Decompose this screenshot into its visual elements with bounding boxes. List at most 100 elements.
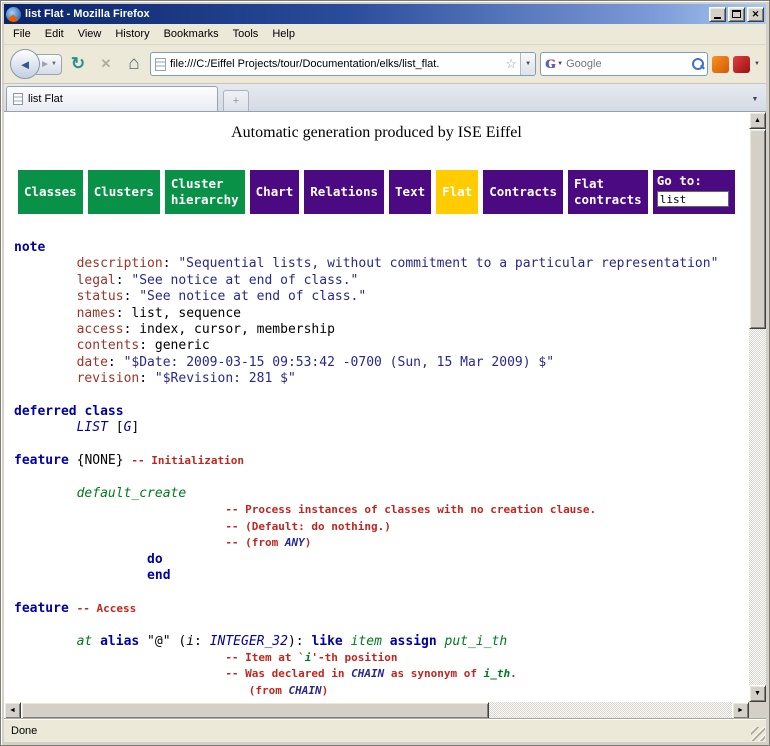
vertical-scrollbar[interactable]: ▲ ▼: [749, 112, 766, 702]
scroll-down-button[interactable]: ▼: [749, 685, 766, 702]
page-banner: Automatic generation produced by ISE Eif…: [4, 124, 749, 142]
arrow-left-icon: ◄: [9, 707, 16, 714]
horizontal-scroll-thumb[interactable]: [21, 702, 489, 719]
code-segment: [92, 634, 100, 649]
tab-list-flat[interactable]: list Flat: [6, 86, 218, 111]
search-box[interactable]: G ▼: [540, 52, 708, 76]
close-icon: ✕: [752, 10, 760, 19]
search-icon[interactable]: [691, 57, 705, 71]
vertical-scroll-thumb[interactable]: [749, 129, 766, 329]
code-line: at alias "@" (i: INTEGER_32): like item …: [14, 634, 749, 650]
scroll-left-button[interactable]: ◄: [4, 702, 21, 719]
code-segment: [343, 634, 351, 649]
menu-file[interactable]: File: [6, 26, 38, 42]
nav-button-contracts[interactable]: Contracts: [483, 170, 563, 214]
menu-help[interactable]: Help: [265, 26, 302, 42]
code-segment: i: [186, 634, 194, 649]
code-segment: :: [124, 289, 140, 304]
code-segment: -- Was declared in: [225, 667, 351, 680]
code-segment: : list, sequence: [116, 306, 241, 321]
code-line: revision: "$Revision: 281 $": [14, 371, 749, 387]
code-segment: default_create: [77, 486, 187, 501]
code-segment: "@" (: [139, 634, 186, 649]
list-all-tabs-button[interactable]: ▼: [746, 89, 764, 109]
code-line: [14, 584, 749, 600]
maximize-button[interactable]: [728, 7, 745, 22]
code-segment: :: [194, 634, 210, 649]
code-line: description: "Sequential lists, without …: [14, 256, 749, 272]
bookmark-star-icon[interactable]: ☆: [502, 56, 520, 72]
scroll-up-button[interactable]: ▲: [749, 112, 766, 129]
chevron-down-icon: ▼: [752, 96, 759, 103]
addon-icon-1[interactable]: [712, 56, 729, 73]
code-segment: feature: [14, 453, 69, 468]
nav-button-chart[interactable]: Chart: [250, 170, 300, 214]
url-text[interactable]: file:///C:/Eiffel Projects/tour/Document…: [170, 58, 502, 70]
code-segment: CHAIN: [351, 667, 384, 680]
code-line: do: [14, 552, 749, 568]
resize-grip[interactable]: [751, 727, 765, 741]
nav-button-classes[interactable]: Classes: [18, 170, 83, 214]
code-segment: ): [305, 536, 312, 549]
code-segment: ):: [288, 634, 311, 649]
nav-button-flat-current[interactable]: Flat: [436, 170, 478, 214]
code-segment: LIST: [77, 420, 108, 435]
minimize-icon: [714, 17, 721, 19]
close-button[interactable]: ✕: [747, 7, 764, 22]
new-tab-button[interactable]: +: [223, 90, 249, 111]
nav-button-relations[interactable]: Relations: [304, 170, 384, 214]
code-segment: contents: [77, 338, 140, 353]
code-segment: deferred class: [14, 404, 124, 419]
address-bar[interactable]: file:///C:/Eiffel Projects/tour/Document…: [150, 52, 536, 76]
home-button[interactable]: ⌂: [122, 52, 146, 76]
nav-button-clusters[interactable]: Clusters: [88, 170, 160, 214]
reload-button[interactable]: ↻: [66, 52, 90, 76]
doc-nav-buttons: Classes Clusters Cluster hierarchy Chart…: [18, 170, 741, 214]
back-button[interactable]: ◄: [10, 49, 40, 79]
code-segment: :: [116, 273, 132, 288]
search-engine-dropdown-icon[interactable]: ▼: [555, 61, 566, 67]
menu-history[interactable]: History: [108, 26, 156, 42]
back-icon: ◄: [19, 57, 32, 72]
url-dropdown-button[interactable]: ▼: [520, 53, 535, 75]
code-segment: put_i_th: [445, 634, 508, 649]
new-tab-icon: +: [233, 95, 239, 107]
tab-favicon: [13, 93, 23, 105]
menu-edit[interactable]: Edit: [38, 26, 71, 42]
code-segment: at: [77, 634, 93, 649]
code-segment: :: [139, 371, 155, 386]
nav-button-flat-contracts[interactable]: Flat contracts: [568, 170, 648, 214]
code-line: default_create: [14, 486, 749, 502]
arrow-right-icon: ►: [737, 707, 744, 714]
code-segment: INTEGER_32: [210, 634, 288, 649]
menu-view[interactable]: View: [71, 26, 109, 42]
addon-dropdown-icon[interactable]: ▼: [754, 61, 760, 67]
menu-tools[interactable]: Tools: [226, 26, 266, 42]
code-segment: names: [77, 306, 116, 321]
status-text: Done: [11, 725, 37, 737]
code-segment: CHAIN: [289, 684, 322, 697]
chevron-down-icon: ▼: [525, 61, 531, 67]
vertical-scrollbar-column: ▲ ▼: [749, 112, 766, 719]
code-line: -- (Default: do nothing.): [14, 519, 749, 535]
search-input[interactable]: [566, 58, 691, 70]
scroll-right-button[interactable]: ►: [732, 702, 749, 719]
horizontal-scrollbar[interactable]: ◄ ►: [4, 702, 749, 719]
code-listing: notedescription: "Sequential lists, with…: [14, 240, 749, 699]
code-segment: description: [77, 256, 163, 271]
addon-icon-2[interactable]: [733, 56, 750, 73]
stop-button[interactable]: ✕: [94, 52, 118, 76]
code-line: date: "$Date: 2009-03-15 09:53:42 -0700 …: [14, 355, 749, 371]
code-segment: i_th: [484, 667, 511, 680]
code-line: end: [14, 568, 749, 584]
code-line: -- Process instances of classes with no …: [14, 502, 749, 518]
nav-button-cluster-hierarchy[interactable]: Cluster hierarchy: [165, 170, 245, 214]
nav-button-text[interactable]: Text: [389, 170, 431, 214]
code-segment: (from: [249, 684, 289, 697]
minimize-button[interactable]: [709, 7, 726, 22]
code-line: note: [14, 240, 749, 256]
menu-bookmarks[interactable]: Bookmarks: [157, 26, 226, 42]
forward-icon: ►: [40, 59, 50, 70]
goto-input[interactable]: [657, 191, 729, 207]
code-line: [14, 388, 749, 404]
